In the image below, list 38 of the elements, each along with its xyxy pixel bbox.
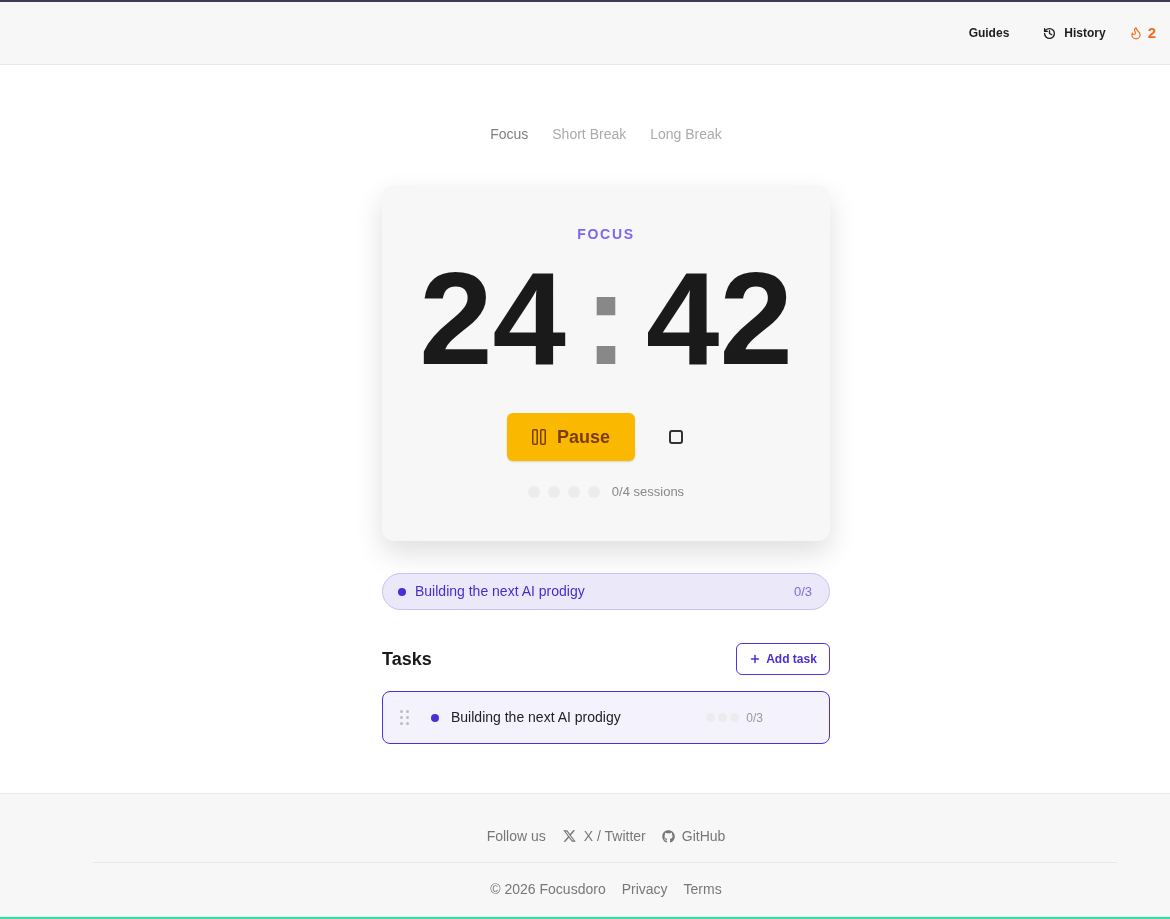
social-link[interactable]: GitHub — [661, 825, 726, 847]
current-task-progress: 0/3 — [793, 582, 812, 601]
timer-seconds: 42 — [646, 253, 793, 385]
x-logo-icon — [561, 829, 577, 843]
footer-link[interactable]: Privacy — [621, 878, 668, 900]
pause-icon — [531, 429, 546, 445]
streak-counter[interactable]: 2 — [1128, 17, 1156, 49]
drag-handle-icon[interactable] — [400, 710, 409, 725]
pause-button[interactable]: Pause — [507, 413, 635, 461]
flame-icon — [1128, 26, 1143, 40]
stop-icon — [669, 430, 683, 444]
social-link-label: GitHub — [681, 826, 726, 846]
mode-tab[interactable]: Focus — [478, 124, 541, 144]
task-progress: 0/3 — [746, 709, 763, 727]
plus-icon — [749, 653, 762, 665]
mode-tab[interactable]: Long Break — [638, 124, 734, 144]
task-row[interactable]: Building the next AI prodigy 0/3 — [382, 691, 830, 744]
session-count: 0/4 sessions — [611, 483, 685, 502]
streak-count: 2 — [1147, 22, 1156, 43]
history-icon — [1043, 26, 1057, 40]
timer-minutes: 24 — [419, 253, 566, 385]
stop-button[interactable] — [669, 430, 683, 444]
copyright-text: © 2026 Focusdoro — [490, 879, 606, 899]
social-link[interactable]: X / Twitter — [561, 825, 646, 847]
task-title: Building the next AI prodigy — [451, 708, 622, 727]
mode-tab[interactable]: Short Break — [540, 124, 639, 144]
history-label: History — [1064, 25, 1106, 42]
guides-link[interactable]: Guides — [957, 20, 1021, 46]
tasks-heading: Tasks — [382, 647, 432, 671]
timer-separator: : — [584, 253, 628, 385]
add-task-button[interactable]: Add task — [736, 643, 830, 675]
footer-link[interactable]: Terms — [683, 878, 722, 900]
github-logo-icon — [661, 829, 675, 843]
social-link-label: X / Twitter — [583, 826, 646, 846]
history-button[interactable]: History — [1032, 20, 1117, 46]
mode-label: FOCUS — [577, 225, 635, 244]
current-task-title: Building the next AI prodigy — [415, 582, 586, 601]
follow-label: Follow us — [486, 826, 546, 846]
